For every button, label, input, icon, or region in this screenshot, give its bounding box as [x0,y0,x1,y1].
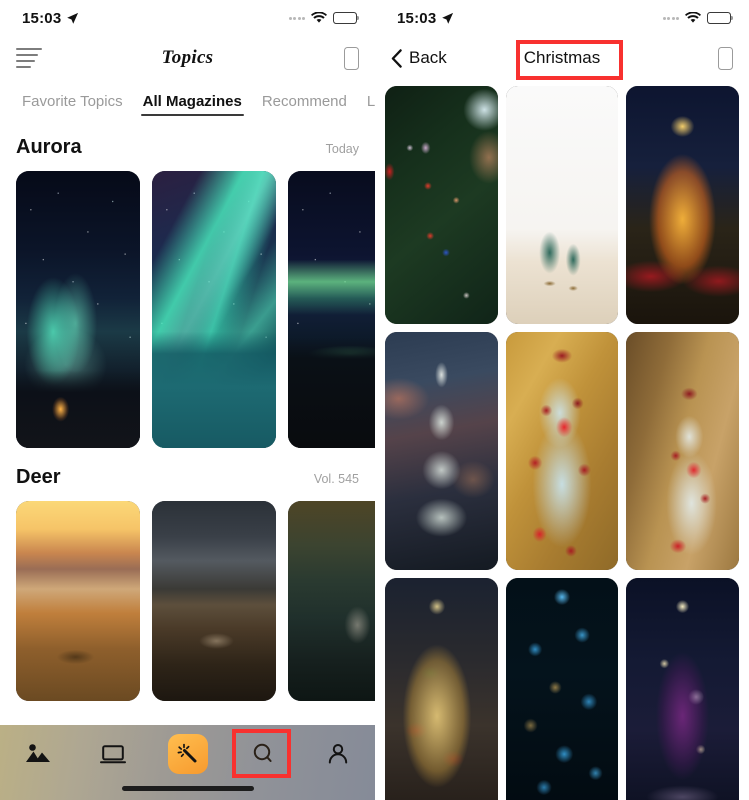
tab-all-magazines[interactable]: All Magazines [133,93,252,118]
section-header-aurora: Aurora Today [0,118,375,171]
grid-row [385,86,740,324]
home-indicator [121,786,254,791]
dual-screenshot-container: 15:03 Topics Favorite Topics All Magazin… [0,0,749,800]
device-preview-icon[interactable] [344,46,359,70]
desktop-monitor-icon [99,745,126,764]
status-left-group: 15:03 [22,10,79,27]
battery-icon [333,12,360,24]
bottom-tab-bar [0,725,375,800]
page-title: Christmas [523,48,601,67]
section-title: Aurora [16,136,82,158]
right-status-bar: 15:03 [375,0,749,36]
tab-profile[interactable] [300,734,375,774]
tab-favorite-topics[interactable]: Favorite Topics [12,93,133,118]
tab-gallery[interactable] [0,734,75,774]
image-cell[interactable] [505,86,619,324]
left-nav-bar: Topics [0,36,375,80]
chevron-left-icon [391,48,402,68]
image-cell[interactable] [385,578,498,800]
hamburger-menu-icon[interactable] [16,44,42,72]
signal-dots-icon [288,16,305,20]
image-cell[interactable] [385,332,498,570]
left-phone-screen: 15:03 Topics Favorite Topics All Magazin… [0,0,375,800]
image-cell[interactable] [505,332,619,570]
device-preview-icon[interactable] [718,46,733,70]
image-cell[interactable] [626,86,740,324]
section-title: Deer [16,466,61,488]
profile-person-icon [328,744,347,764]
back-label: Back [409,48,447,67]
back-button[interactable]: Back [391,48,447,68]
magazine-card[interactable] [16,501,140,701]
status-right-group [662,12,734,24]
wifi-icon [685,12,701,23]
magazine-card[interactable] [288,501,375,701]
image-cell[interactable] [626,332,740,570]
app-title: Topics [161,47,214,68]
aurora-card-row[interactable] [0,171,375,448]
image-cell[interactable] [385,86,498,324]
christmas-image-grid [375,80,749,800]
magic-wand-button[interactable] [167,734,208,774]
gallery-mountain-icon [25,744,50,762]
location-arrow-icon [67,12,79,24]
tab-search[interactable] [225,734,300,774]
grid-row [385,332,740,570]
search-icon [253,743,272,762]
magic-wand-icon [177,743,196,763]
section-header-deer: Deer Vol. 545 [0,448,375,501]
battery-icon [707,12,734,24]
magazine-card[interactable] [152,501,276,701]
magazine-card[interactable] [288,171,375,448]
magazine-card[interactable] [152,171,276,448]
status-right-group [288,12,360,24]
right-phone-screen: 15:03 Back Christmas [375,0,749,800]
tab-magic[interactable] [150,734,225,774]
grid-row [385,578,740,800]
right-nav-bar: Back Christmas [375,36,749,80]
status-time: 15:03 [397,9,437,27]
image-cell[interactable] [626,578,740,800]
tab-live[interactable]: Live [357,93,375,118]
image-cell[interactable] [505,578,619,800]
location-arrow-icon [442,12,454,24]
status-time: 15:03 [22,9,62,27]
magazine-card[interactable] [16,171,140,448]
section-meta: Today [325,142,359,156]
signal-dots-icon [662,16,679,20]
status-left-group: 15:03 [397,10,454,27]
section-meta: Vol. 545 [313,472,359,486]
deer-card-row[interactable] [0,501,375,701]
wifi-icon [311,12,327,23]
tab-desktop[interactable] [75,734,150,774]
tab-recommend[interactable]: Recommend [252,93,357,118]
category-tab-bar: Favorite Topics All Magazines Recommend … [0,80,375,118]
left-status-bar: 15:03 [0,0,375,36]
